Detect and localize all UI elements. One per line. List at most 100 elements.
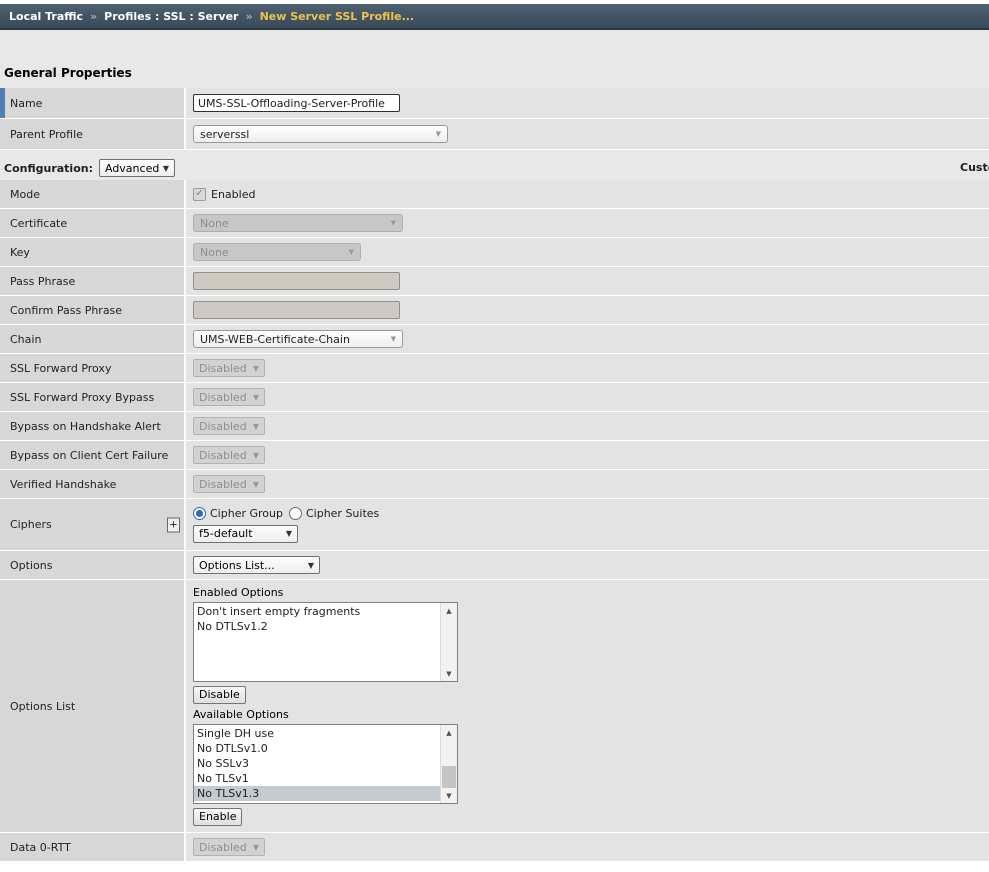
- ciphers-expand-button[interactable]: +: [167, 517, 180, 532]
- cipher-suites-radio[interactable]: [289, 507, 302, 520]
- chevron-down-icon: ▼: [349, 248, 354, 256]
- chevron-down-icon: ▼: [163, 164, 169, 173]
- list-item[interactable]: No DTLSv1.2: [194, 619, 440, 634]
- scroll-down-icon[interactable]: ▼: [441, 788, 457, 803]
- chain-label-cell: Chain: [0, 325, 186, 353]
- confirm-pass-phrase-row: Confirm Pass Phrase: [0, 296, 989, 325]
- enabled-options-items: Don't insert empty fragments No DTLSv1.2: [194, 603, 440, 681]
- scrollbar[interactable]: ▲ ▼: [440, 603, 457, 681]
- available-options-items: Single DH use No DTLSv1.0 No SSLv3 No TL…: [194, 725, 440, 803]
- bypass-on-client-cert-failure-select[interactable]: Disabled ▼: [193, 446, 265, 464]
- options-list-label: Options List: [10, 700, 75, 713]
- ciphers-row: Ciphers + Cipher Group Cipher Suites f5-…: [0, 499, 989, 551]
- bypass-on-client-cert-failure-select-value: Disabled: [199, 449, 247, 462]
- certificate-label-cell: Certificate: [0, 209, 186, 237]
- confirm-pass-phrase-input[interactable]: [193, 301, 400, 319]
- name-input[interactable]: UMS-SSL-Offloading-Server-Profile: [193, 94, 400, 112]
- ciphers-value-cell: Cipher Group Cipher Suites f5-default ▼: [186, 499, 989, 550]
- key-label: Key: [10, 246, 30, 259]
- ciphers-label-cell: Ciphers +: [0, 499, 186, 550]
- breadcrumb: Local Traffic » Profiles : SSL : Server …: [0, 4, 989, 30]
- bypass-on-handshake-alert-label-cell: Bypass on Handshake Alert: [0, 412, 186, 440]
- bypass-on-handshake-alert-row: Bypass on Handshake Alert Disabled ▼: [0, 412, 989, 441]
- mode-label-cell: Mode: [0, 180, 186, 208]
- scrollbar-track[interactable]: [441, 618, 457, 666]
- enable-button[interactable]: Enable: [193, 808, 242, 826]
- list-item[interactable]: No SSLv3: [194, 756, 440, 771]
- pass-phrase-label-cell: Pass Phrase: [0, 267, 186, 295]
- parent-profile-value-cell: serverssl ▼: [186, 119, 989, 149]
- mode-value-cell: ✓ Enabled: [186, 180, 989, 208]
- disable-button[interactable]: Disable: [193, 686, 246, 704]
- cipher-group-radio-label: Cipher Group: [210, 507, 283, 520]
- breadcrumb-path[interactable]: Profiles : SSL : Server: [104, 10, 238, 23]
- certificate-select[interactable]: None ▼: [193, 214, 403, 232]
- chain-select[interactable]: UMS-WEB-Certificate-Chain ▼: [193, 330, 403, 348]
- scroll-up-icon[interactable]: ▲: [441, 603, 457, 618]
- certificate-select-value: None: [200, 217, 229, 230]
- pass-phrase-label: Pass Phrase: [10, 275, 75, 288]
- cipher-group-select-value: f5-default: [199, 527, 253, 540]
- mode-checkbox-label: Enabled: [211, 188, 255, 201]
- cipher-group-select[interactable]: f5-default ▼: [193, 525, 298, 543]
- ssl-forward-proxy-row: SSL Forward Proxy Disabled ▼: [0, 354, 989, 383]
- options-list-value-cell: Enabled Options Don't insert empty fragm…: [186, 580, 989, 832]
- scrollbar-thumb[interactable]: [442, 766, 456, 788]
- list-item[interactable]: No TLSv1: [194, 771, 440, 786]
- mode-enabled-checkbox[interactable]: ✓: [193, 188, 206, 201]
- cipher-group-radio[interactable]: [193, 507, 206, 520]
- data-0-rtt-select[interactable]: Disabled ▼: [193, 838, 265, 856]
- general-properties-title: General Properties: [4, 66, 989, 80]
- confirm-pass-phrase-label: Confirm Pass Phrase: [10, 304, 122, 317]
- required-field-marker: [0, 88, 5, 118]
- options-label-cell: Options: [0, 551, 186, 579]
- verified-handshake-select[interactable]: Disabled ▼: [193, 475, 265, 493]
- parent-profile-label: Parent Profile: [10, 128, 83, 141]
- ssl-forward-proxy-label-cell: SSL Forward Proxy: [0, 354, 186, 382]
- options-select[interactable]: Options List... ▼: [193, 556, 320, 574]
- ciphers-label: Ciphers: [10, 518, 52, 531]
- key-label-cell: Key: [0, 238, 186, 266]
- breadcrumb-root[interactable]: Local Traffic: [9, 10, 83, 23]
- list-item[interactable]: Single DH use: [194, 726, 440, 741]
- pass-phrase-input[interactable]: [193, 272, 400, 290]
- ssl-forward-proxy-bypass-select[interactable]: Disabled ▼: [193, 388, 265, 406]
- chevron-down-icon: ▼: [253, 393, 259, 402]
- scrollbar-track[interactable]: [441, 740, 457, 788]
- breadcrumb-current-page: New Server SSL Profile...: [260, 10, 415, 23]
- certificate-value-cell: None ▼: [186, 209, 989, 237]
- chevron-down-icon: ▼: [253, 451, 259, 460]
- enabled-options-title: Enabled Options: [193, 586, 283, 600]
- ssl-forward-proxy-bypass-row: SSL Forward Proxy Bypass Disabled ▼: [0, 383, 989, 412]
- scrollbar[interactable]: ▲ ▼: [440, 725, 457, 803]
- list-item[interactable]: No DTLSv1.0: [194, 741, 440, 756]
- chevron-down-icon: ▼: [391, 219, 396, 227]
- options-label: Options: [10, 559, 52, 572]
- ssl-forward-proxy-bypass-label: SSL Forward Proxy Bypass: [10, 391, 154, 404]
- name-value-cell: UMS-SSL-Offloading-Server-Profile: [186, 88, 989, 118]
- chain-select-value: UMS-WEB-Certificate-Chain: [200, 333, 350, 346]
- parent-profile-row: Parent Profile serverssl ▼: [0, 119, 989, 150]
- configuration-level-select[interactable]: Advanced ▼: [99, 159, 175, 177]
- available-options-listbox[interactable]: Single DH use No DTLSv1.0 No SSLv3 No TL…: [193, 724, 458, 804]
- scroll-down-icon[interactable]: ▼: [441, 666, 457, 681]
- options-list-row: Options List Enabled Options Don't inser…: [0, 580, 989, 833]
- parent-profile-select[interactable]: serverssl ▼: [193, 125, 448, 143]
- ssl-forward-proxy-value-cell: Disabled ▼: [186, 354, 989, 382]
- key-select[interactable]: None ▼: [193, 243, 361, 261]
- list-item-selected[interactable]: No TLSv1.3: [194, 786, 440, 801]
- page-body: General Properties Name UMS-SSL-Offloadi…: [0, 30, 989, 870]
- ssl-forward-proxy-bypass-value-cell: Disabled ▼: [186, 383, 989, 411]
- breadcrumb-separator-icon: »: [245, 10, 252, 23]
- options-list-label-cell: Options List: [0, 580, 186, 832]
- list-item[interactable]: Don't insert empty fragments: [194, 604, 440, 619]
- scroll-up-icon[interactable]: ▲: [441, 725, 457, 740]
- parent-profile-select-value: serverssl: [200, 128, 249, 141]
- ssl-forward-proxy-select[interactable]: Disabled ▼: [193, 359, 265, 377]
- chain-value-cell: UMS-WEB-Certificate-Chain ▼: [186, 325, 989, 353]
- enabled-options-listbox[interactable]: Don't insert empty fragments No DTLSv1.2…: [193, 602, 458, 682]
- ssl-forward-proxy-label: SSL Forward Proxy: [10, 362, 111, 375]
- bypass-on-handshake-alert-select[interactable]: Disabled ▼: [193, 417, 265, 435]
- confirm-pass-phrase-label-cell: Confirm Pass Phrase: [0, 296, 186, 324]
- options-row: Options Options List... ▼: [0, 551, 989, 580]
